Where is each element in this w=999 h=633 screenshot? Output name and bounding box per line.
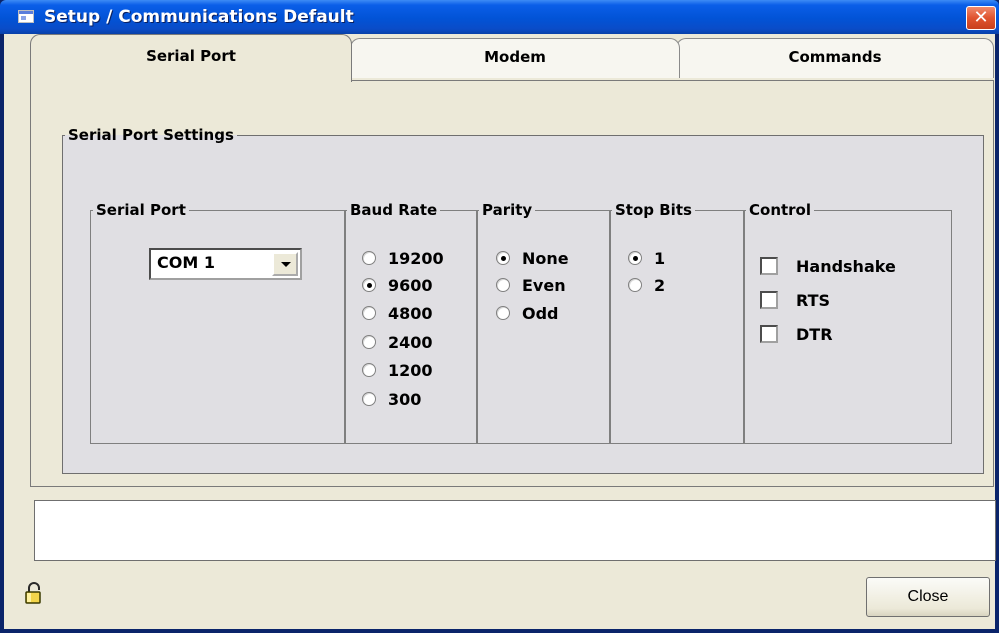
parity-group-label: Parity <box>482 201 533 219</box>
radio-button[interactable] <box>628 251 642 265</box>
baud-rate-option-label: 1200 <box>388 360 433 380</box>
control-option-label: DTR <box>796 324 833 344</box>
radio-button[interactable] <box>362 251 376 265</box>
chevron-down-icon[interactable] <box>272 252 298 276</box>
baud-rate-option-19200[interactable]: 19200 <box>362 245 444 271</box>
baud-rate-option-4800[interactable]: 4800 <box>362 300 433 326</box>
radio-button[interactable] <box>362 335 376 349</box>
control-group-label: Control <box>749 201 812 219</box>
control-option-label: RTS <box>796 290 831 310</box>
baud-rate-option-label: 19200 <box>388 248 444 268</box>
close-button[interactable]: Close <box>866 577 990 617</box>
dtr-checkbox[interactable] <box>760 325 778 343</box>
window-app-icon <box>18 10 34 23</box>
baud-rate-option-label: 2400 <box>388 332 433 352</box>
baud-rate-option-300[interactable]: 300 <box>362 386 421 412</box>
parity-option-label: None <box>522 248 569 268</box>
stop-bits-option-label: 2 <box>654 275 666 295</box>
serial-port-select[interactable]: COM 1 <box>149 248 302 280</box>
radio-button[interactable] <box>496 306 510 320</box>
parity-option-even[interactable]: Even <box>496 272 566 298</box>
parity-option-odd[interactable]: Odd <box>496 300 559 326</box>
window-title: Setup / Communications Default <box>44 7 354 27</box>
control-option-handshake[interactable]: Handshake <box>760 253 896 279</box>
control-option-rts[interactable]: RTS <box>760 287 830 313</box>
radio-button[interactable] <box>362 363 376 377</box>
baud-rate-option-9600[interactable]: 9600 <box>362 272 433 298</box>
radio-button[interactable] <box>362 392 376 406</box>
handshake-checkbox[interactable] <box>760 257 778 275</box>
tab-modem[interactable]: Modem <box>350 38 680 78</box>
parity-option-label: Odd <box>522 303 559 323</box>
control-option-dtr[interactable]: DTR <box>760 321 833 347</box>
radio-button[interactable] <box>362 306 376 320</box>
radio-button[interactable] <box>628 278 642 292</box>
status-text-box <box>34 500 996 561</box>
control-option-label: Handshake <box>796 256 896 276</box>
lock-icon[interactable] <box>24 582 44 604</box>
baud-rate-group-label: Baud Rate <box>350 201 438 219</box>
serial-port-settings-label: Serial Port Settings <box>68 126 234 144</box>
radio-button[interactable] <box>496 278 510 292</box>
baud-rate-option-label: 4800 <box>388 303 433 323</box>
stop-bits-group-label: Stop Bits <box>615 201 692 219</box>
stop-bits-group: Stop Bits <box>609 201 745 444</box>
baud-rate-option-label: 300 <box>388 389 422 409</box>
serial-port-group: Serial Port <box>90 201 346 444</box>
parity-option-none[interactable]: None <box>496 245 569 271</box>
serial-port-group-label: Serial Port <box>96 201 186 219</box>
baud-rate-option-label: 9600 <box>388 275 433 295</box>
title-bar[interactable]: Setup / Communications Default ✕ <box>0 0 999 34</box>
radio-button[interactable] <box>496 251 510 265</box>
window-close-button[interactable]: ✕ <box>966 6 996 30</box>
parity-option-label: Even <box>522 275 566 295</box>
tab-serial-port[interactable]: Serial Port <box>30 34 352 82</box>
baud-rate-option-1200[interactable]: 1200 <box>362 357 433 383</box>
serial-port-select-value: COM 1 <box>157 253 215 272</box>
tab-commands[interactable]: Commands <box>676 38 994 78</box>
baud-rate-option-2400[interactable]: 2400 <box>362 329 433 355</box>
radio-button[interactable] <box>362 278 376 292</box>
stop-bits-option-2[interactable]: 2 <box>628 272 665 298</box>
rts-checkbox[interactable] <box>760 291 778 309</box>
stop-bits-option-1[interactable]: 1 <box>628 245 665 271</box>
stop-bits-option-label: 1 <box>654 248 666 268</box>
